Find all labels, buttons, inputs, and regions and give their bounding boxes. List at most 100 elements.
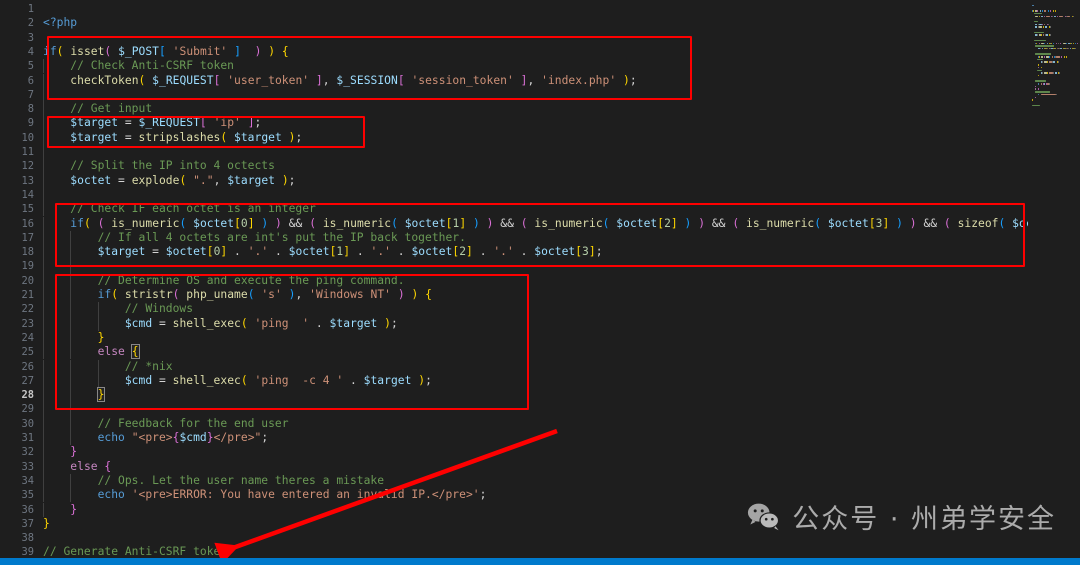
code-token: &&: [711, 216, 726, 230]
code-line[interactable]: 30 // Feedback for the end user: [0, 416, 1080, 431]
code-token: $target: [97, 245, 146, 259]
code-token: $octet: [165, 245, 207, 259]
code-text: }: [43, 517, 50, 531]
code-line[interactable]: 12 // Split the IP into 4 octects: [0, 159, 1080, 174]
code-line[interactable]: 34 // Ops. Let the user name theres a mi…: [0, 473, 1080, 489]
code-token: ]: [466, 245, 473, 259]
code-line[interactable]: 39 // Generate Anti-CSRF token: [0, 545, 1080, 558]
code-token: }: [206, 431, 214, 444]
code-line[interactable]: 6 checkToken( $_REQUEST[ 'user_token' ],…: [0, 73, 1080, 88]
code-line[interactable]: 27 $cmd = shell_exec( 'ping -c 4 ' . $ta…: [0, 373, 1080, 389]
line-number: 21: [21, 289, 34, 301]
code-token: }: [70, 502, 78, 516]
code-line[interactable]: 33 else {: [0, 459, 1080, 474]
code-token: $target: [70, 130, 119, 144]
code-line[interactable]: 3: [0, 31, 1080, 45]
code-token: .: [472, 245, 494, 259]
minimap-line-segment: [1065, 56, 1067, 58]
line-number: 4: [27, 45, 34, 58]
code-line[interactable]: 25 else {: [0, 344, 1080, 360]
code-line[interactable]: 21 if( stristr( php_uname( 's' ), 'Windo…: [0, 288, 1080, 303]
minimap-line-segment: [1052, 10, 1054, 12]
code-text: $target = $_REQUEST[ 'ip' ];: [43, 116, 261, 130]
code-line[interactable]: 13 $octet = explode( ".", $target );: [0, 173, 1080, 188]
code-line[interactable]: 16 if( ( is_numeric( $octet[0] ) ) && ( …: [0, 216, 1080, 231]
code-token: 'session_token': [411, 73, 514, 87]
line-number: 11: [21, 146, 34, 158]
minimap-line-segment: [1035, 26, 1038, 28]
code-token: ;: [254, 116, 262, 130]
code-line[interactable]: 22 // Windows: [0, 302, 1080, 317]
code-line[interactable]: 10 $target = stripslashes( $target );: [0, 130, 1080, 145]
minimap-line-segment: [1037, 66, 1040, 69]
code-line[interactable]: 19: [0, 259, 1080, 274]
code-line[interactable]: 35 echo '<pre>ERROR: You have entered an…: [0, 488, 1080, 503]
code-token: $_REQUEST: [138, 116, 200, 130]
line-number: 3: [27, 31, 34, 44]
code-line[interactable]: 36 }: [0, 502, 1080, 517]
code-token: $_REQUEST: [152, 73, 214, 87]
code-line[interactable]: 32 }: [0, 445, 1080, 460]
line-number: 39: [21, 546, 34, 558]
code-text: // If all 4 octets are int's put the IP …: [43, 231, 466, 245]
indent-guide: [43, 145, 44, 160]
minimap-line-segment: [1074, 42, 1076, 45]
code-line[interactable]: 18 $target = $octet[0] . '.' . $octet[1]…: [0, 245, 1080, 260]
code-line[interactable]: 28 }: [0, 387, 1080, 403]
code-line[interactable]: 26 // *nix: [0, 359, 1080, 374]
code-line[interactable]: 9 $target = $_REQUEST[ 'ip' ];: [0, 116, 1080, 131]
code-line[interactable]: 14: [0, 187, 1080, 203]
code-line[interactable]: 15 // Check IF each octet is an integer: [0, 202, 1080, 217]
code-token: ;: [390, 316, 398, 330]
minimap-line-segment: [1054, 10, 1056, 12]
code-line[interactable]: 5 // Check Anti-CSRF token: [0, 59, 1080, 74]
code-token: shell_exec: [172, 316, 241, 330]
minimap-line-segment: [1044, 10, 1047, 12]
code-minimap[interactable]: [1028, 0, 1080, 558]
code-line[interactable]: 17 // If all 4 octets are int's put the …: [0, 230, 1080, 246]
status-bar[interactable]: [0, 558, 1080, 565]
code-line[interactable]: 8 // Get input: [0, 102, 1080, 117]
code-line[interactable]: 24 }: [0, 330, 1080, 346]
code-line[interactable]: 2 <?php: [0, 16, 1080, 30]
code-line[interactable]: 37}: [0, 517, 1080, 531]
code-token: ]: [234, 44, 241, 58]
code-token: ;: [288, 173, 296, 187]
code-line[interactable]: 23 $cmd = shell_exec( 'ping ' . $target …: [0, 316, 1080, 331]
code-token: else: [97, 345, 125, 359]
code-token: $cmd: [124, 373, 153, 387]
line-number: 16: [21, 217, 34, 230]
code-line[interactable]: 31 echo "<pre>{$cmd}</pre>";: [0, 431, 1080, 446]
code-token: }: [43, 516, 50, 530]
code-editor[interactable]: 1 2 <?php 3 4 if( isset( $_POST[ 'Submit' ] )…: [0, 0, 1080, 558]
code-line[interactable]: 38: [0, 531, 1080, 545]
code-token: // Generate Anti-CSRF token: [43, 545, 228, 558]
code-line[interactable]: 1: [0, 2, 1080, 16]
code-line[interactable]: 29: [0, 402, 1080, 417]
code-token: $target: [227, 173, 275, 187]
code-text: // Generate Anti-CSRF token: [43, 545, 227, 558]
code-line[interactable]: 4 if( isset( $_POST[ 'Submit' ] ) ) {: [0, 45, 1080, 59]
minimap-line-segment: [1035, 15, 1039, 18]
code-token: 3: [582, 245, 589, 259]
line-number: 9: [27, 117, 34, 130]
code-line[interactable]: 7: [0, 87, 1080, 103]
code-line[interactable]: 20 // Determine OS and execute the ping …: [0, 273, 1080, 288]
minimap-line-segment: [1061, 56, 1063, 58]
minimap-line-segment: [1053, 42, 1055, 45]
code-token: {: [281, 44, 289, 58]
line-number: 36: [21, 503, 34, 516]
minimap-line-segment: [1077, 42, 1078, 45]
minimap-line-segment: [1035, 80, 1046, 82]
code-token: =: [152, 373, 173, 387]
code-line[interactable]: 11: [0, 145, 1080, 160]
minimap-line-segment: [1037, 93, 1040, 96]
code-token: .: [268, 245, 289, 259]
